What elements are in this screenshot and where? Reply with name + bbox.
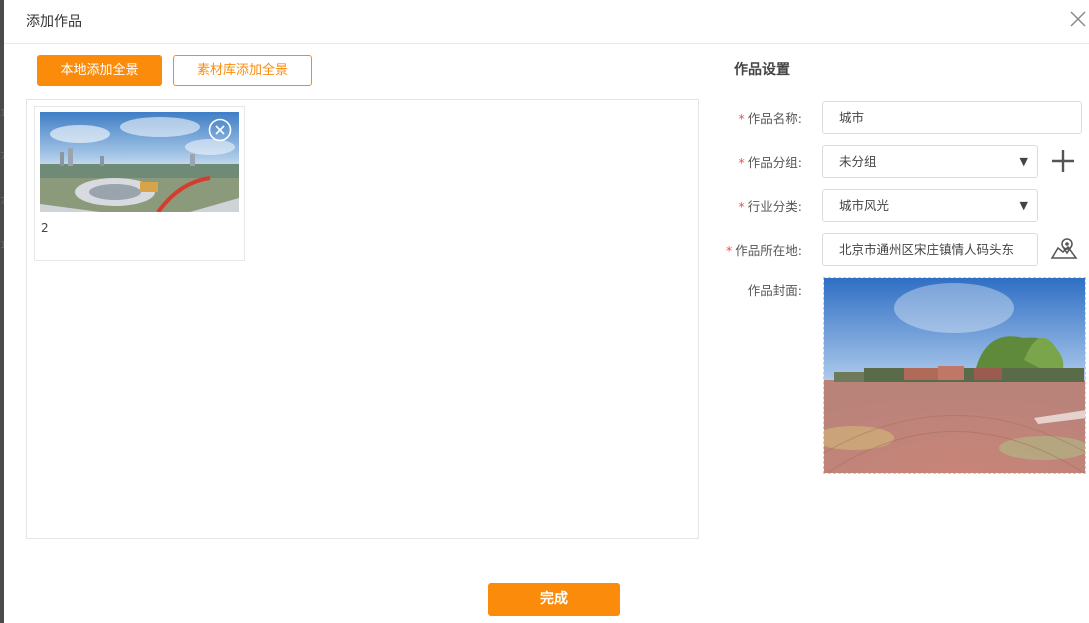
required-star: * (738, 155, 745, 170)
required-star: * (738, 111, 745, 126)
local-add-panorama-button[interactable]: 本地添加全景 (37, 55, 162, 86)
cover-label: 作品封面: (747, 283, 802, 298)
dialog-header: 添加作品 (4, 0, 1089, 44)
industry-select[interactable]: 城市风光 ▼ (822, 189, 1038, 222)
location-label-text: 作品所在地: (735, 243, 802, 258)
remove-panorama-icon[interactable] (208, 118, 232, 142)
work-name-input[interactable]: 城市 (822, 101, 1082, 134)
industry-value: 城市风光 (839, 198, 890, 213)
work-group-select[interactable]: 未分组 ▼ (822, 145, 1038, 178)
close-icon[interactable] (1068, 9, 1088, 29)
location-input[interactable]: 北京市通州区宋庄镇情人码头东 (822, 233, 1038, 266)
panorama-card[interactable]: 2 (34, 106, 245, 261)
done-button[interactable]: 完成 (488, 583, 620, 616)
required-star: * (738, 199, 745, 214)
settings-title: 作品设置 (734, 62, 790, 78)
location-label: * 作品所在地: (712, 240, 802, 259)
work-name-label-text: 作品名称: (747, 111, 802, 126)
chevron-down-icon: ▼ (1019, 199, 1028, 212)
work-group-label: * 作品分组: (712, 152, 802, 171)
work-name-label: * 作品名称: (712, 108, 802, 127)
panorama-list-area: 2 (26, 99, 699, 539)
library-add-panorama-button[interactable]: 素材库添加全景 (173, 55, 312, 86)
industry-label: * 行业分类: (712, 196, 802, 215)
map-location-icon[interactable] (1050, 236, 1078, 262)
work-group-value: 未分组 (839, 154, 877, 169)
industry-label-text: 行业分类: (747, 199, 802, 214)
add-work-dialog: 添加作品 本地添加全景 素材库添加全景 2 作品设置 * 作品名称: 城市 * … (4, 0, 1089, 623)
chevron-down-icon: ▼ (1019, 155, 1028, 168)
cover-image[interactable] (823, 277, 1086, 474)
dialog-title: 添加作品 (26, 14, 82, 30)
add-group-icon[interactable] (1050, 148, 1076, 174)
panorama-label: 2 (41, 221, 49, 235)
required-star: * (726, 243, 733, 258)
work-group-label-text: 作品分组: (747, 155, 802, 170)
